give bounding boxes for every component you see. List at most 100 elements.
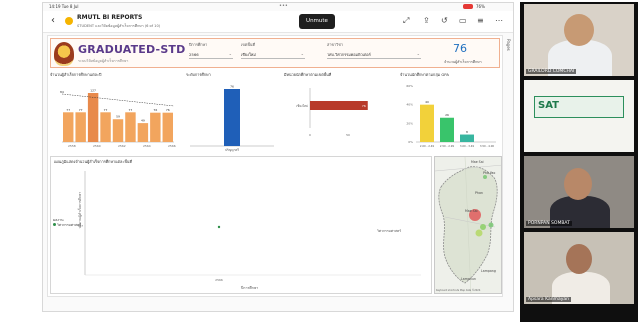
filter-year-label: ปีการศึกษา: [189, 42, 208, 47]
trend-data-label: 77: [104, 108, 108, 112]
share-icon[interactable]: ⇪: [423, 16, 430, 25]
dashboard-title: GRADUATED-STD: [78, 43, 186, 56]
chevron-down-icon: ⌄: [416, 51, 420, 56]
participant-tile[interactable]: SAT: [524, 80, 634, 152]
battery-level: 76%: [476, 4, 485, 9]
participant-head: [566, 244, 592, 274]
map-marker[interactable]: [475, 229, 483, 237]
trend-data-label: 59: [116, 115, 120, 119]
trend-data-label: 49: [141, 119, 145, 123]
app-bar: ‹ RMUTL BI REPORTS STUDENT และวิจัยข้อมู…: [43, 11, 513, 33]
trend-line-label: 84: [60, 90, 64, 94]
map-marker[interactable]: [483, 175, 487, 179]
participant-name: PORNPAN SOMBAT: [526, 221, 572, 226]
level-category-label: ปริญญาตรี: [225, 148, 239, 152]
trend-tick-label: 2564: [143, 144, 151, 148]
filter-major-select[interactable]: วศบ.วิศวกรรมคอมพิวเตอร์ ⌄: [327, 50, 421, 59]
map-label: Pha Yao: [483, 171, 496, 175]
participant-name: Apsara Kanmayan: [526, 297, 571, 302]
participant-head: [564, 14, 594, 46]
scatter-tick-label: 77: [79, 224, 83, 228]
map-label: Phan: [475, 191, 483, 195]
trend-bar: [63, 112, 74, 142]
trend-line: [61, 93, 175, 107]
participant-tile[interactable]: GRAILORD COMCHAI: [524, 4, 634, 76]
region-category-label: เชียงใหม่: [296, 104, 308, 108]
region-chart-svg: 76 เชียงใหม่ 0 50: [296, 88, 368, 137]
status-time: 14:19 Tue 8 Jul: [49, 4, 79, 9]
unmute-button[interactable]: Unmute: [299, 14, 335, 29]
comment-icon[interactable]: ▭: [459, 16, 467, 25]
graduate-count: 76: [453, 42, 467, 55]
trend-chart: จำนวนผู้สำเร็จการศึกษาแต่ละปี 77 77 127 77 5…: [50, 72, 180, 154]
trend-data-label: 127: [90, 89, 96, 93]
region-tick-label: 0: [309, 133, 311, 137]
recording-icon: [463, 4, 473, 9]
trend-data-label: 76: [153, 108, 157, 112]
trend-bar: [87, 93, 99, 142]
trend-data-label: 77: [66, 108, 70, 112]
trend-bar: [150, 112, 161, 142]
screen: 14:19 Tue 8 Jul ••• 76% ‹ RMUTL BI REPOR…: [0, 0, 641, 325]
filter-major[interactable]: สาขาวิชา วศบ.วิศวกรรมคอมพิวเตอร์ ⌄: [327, 42, 421, 66]
trend-bar: [112, 119, 124, 142]
gpa-category-label: 3.50 - 4.00: [480, 144, 494, 148]
trend-data-label: 77: [129, 108, 133, 112]
trend-tick-label: 2562: [118, 144, 126, 148]
filter-major-value: วศบ.วิศวกรรมคอมพิวเตอร์: [327, 52, 371, 57]
filter-campus[interactable]: เขตพื้นที่ เชียงใหม่ ⌄: [241, 42, 305, 66]
more-icon[interactable]: ⋯: [495, 16, 503, 25]
map-marker[interactable]: [488, 222, 494, 228]
gpa-tick-label: 20%: [406, 121, 413, 125]
menu-icon[interactable]: ≡: [477, 16, 484, 25]
filter-year[interactable]: ปีการศึกษา 2566 ⌄: [189, 42, 233, 66]
more-dots-icon: •••: [279, 3, 288, 9]
dashboard: GRADUATED-STD ระบบวิจัยข้อมูลผู้สำเร็จกา…: [47, 35, 503, 297]
graduate-count-label: จำนวนผู้สำเร็จการศึกษา: [444, 60, 482, 64]
filter-campus-select[interactable]: เชียงใหม่ ⌄: [241, 50, 305, 59]
region-data-label: 76: [362, 104, 366, 108]
tablet-screen: 14:19 Tue 8 Jul ••• 76% ‹ RMUTL BI REPOR…: [42, 2, 514, 312]
chevron-down-icon: ⌄: [228, 51, 232, 56]
participant-logo-text: SAT: [538, 100, 559, 111]
scatter-chart: แผนภูมิแสดงจำนวนผู้สำเร็จการศึกษาแต่ละพื…: [50, 156, 432, 294]
chevron-down-icon: ⌄: [300, 51, 304, 56]
region-tick-label: 50: [346, 133, 350, 137]
dashboard-subtitle: ระบบวิจัยข้อมูลผู้สำเร็จการศึกษา: [78, 59, 129, 63]
level-bar: [224, 89, 240, 146]
app-title: RMUTL BI REPORTS: [77, 14, 143, 21]
filter-year-select[interactable]: 2566 ⌄: [189, 50, 233, 59]
level-chart-svg: 76 ปริญญาตรี: [190, 85, 274, 152]
filter-campus-value: เชียงใหม่: [241, 52, 256, 57]
map-label: Lamphun: [461, 277, 476, 281]
back-icon[interactable]: ‹: [51, 15, 55, 26]
trend-tick-label: 2566: [168, 144, 176, 148]
participant-head: [564, 168, 592, 200]
gpa-bar: [440, 117, 454, 142]
region-chart: มีหน่วยนักศึกษาตามเขตพื้นที่ 76 เชียงใหม่…: [284, 72, 394, 154]
map-label: Mae Sai: [471, 160, 484, 164]
level-chart: ระดับการศึกษา 76 ปริญญาตรี: [186, 72, 278, 154]
participant-tile[interactable]: Apsara Kanmayan: [524, 232, 634, 304]
gpa-tick-label: 0%: [408, 140, 413, 144]
filter-major-label: สาขาวิชา: [327, 42, 344, 47]
app-subtitle: STUDENT และวิจัยข้อมูลผู้สำเร็จการศึกษา …: [77, 24, 161, 28]
region-bar: [310, 101, 368, 110]
trend-bar: [100, 112, 111, 142]
gpa-data-label: 26: [445, 113, 449, 117]
map-svg: [435, 157, 501, 293]
university-seal-icon: [54, 42, 74, 66]
level-data-label: 76: [230, 85, 234, 89]
participant-tile[interactable]: PORNPAN SOMBAT: [524, 156, 634, 228]
scatter-plot-svg: 77 2566: [79, 171, 421, 282]
pages-sidebar-toggle[interactable]: Pages: [506, 39, 511, 51]
gpa-bar: [420, 104, 434, 142]
gpa-data-label: 40: [425, 100, 429, 104]
trend-data-label: 76: [166, 108, 170, 112]
expand-icon[interactable]: ⤢: [403, 16, 409, 26]
map-view[interactable]: Mae Sai Pha Yao Phan Mae Sai Lamphun Lam…: [434, 156, 502, 294]
undo-icon[interactable]: ↺: [441, 16, 448, 25]
gpa-tick-label: 40%: [406, 103, 413, 107]
map-marker[interactable]: [480, 224, 486, 230]
video-participant-strip: GRAILORD COMCHAI SAT PORNPAN SOMBAT Apsa…: [520, 2, 638, 322]
